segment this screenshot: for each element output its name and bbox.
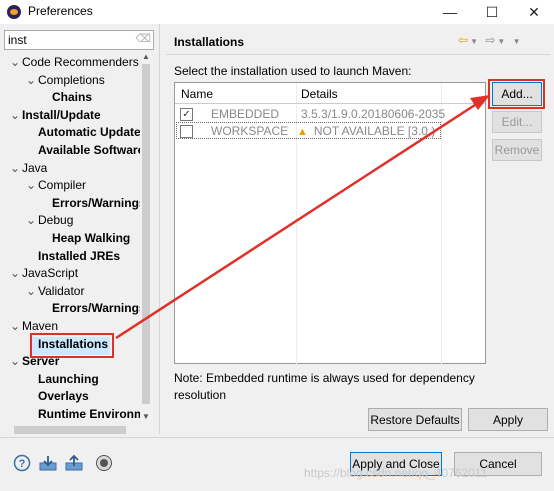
view-menu-icon[interactable]: ▼: [513, 37, 523, 46]
navigation-icons[interactable]: ⇦▼ ⇨▼ ▼: [458, 33, 523, 47]
tree-item[interactable]: ⌄ Install/Update: [10, 106, 101, 124]
tree-item-label: Installed JREs: [38, 248, 121, 263]
tree-item[interactable]: ⌄ Java: [10, 159, 47, 177]
forward-menu-icon[interactable]: ▼: [497, 37, 507, 46]
expand-twisty-icon[interactable]: ⌄: [10, 159, 22, 177]
annotation-box-add: [488, 79, 545, 109]
filter-input[interactable]: [8, 32, 136, 48]
tree-item-label: JavaScript: [22, 266, 79, 281]
row-details: 3.5.3/1.9.0.20180606-2035: [301, 107, 446, 121]
tree-item[interactable]: ⌄ Validator: [26, 282, 84, 300]
close-window-button[interactable]: ✕: [520, 2, 548, 22]
row-details-cell: ▲ NOT AVAILABLE [3.0,): [297, 122, 435, 141]
tree-item-label: Install/Update: [22, 107, 101, 122]
tree-item-label: Automatic Update: [38, 125, 140, 140]
tree-item-label: Maven: [22, 319, 59, 333]
page-title: Installations: [174, 35, 245, 49]
column-header-details[interactable]: Details: [301, 87, 338, 101]
row-checkbox-workspace[interactable]: [180, 125, 193, 138]
watermark-text: https://blog.csdn.net/qq_40762011: [304, 466, 488, 480]
apply-button[interactable]: Apply: [468, 408, 548, 431]
column-header-name[interactable]: Name: [181, 87, 213, 101]
forward-icon[interactable]: ⇨: [485, 33, 497, 47]
tree-item-label: Compiler: [38, 178, 87, 193]
tree-scroll-thumb[interactable]: [142, 64, 150, 404]
expand-twisty-icon[interactable]: ⌄: [26, 71, 38, 89]
table-row[interactable]: ✓ EMBEDDED 3.5.3/1.9.0.20180606-2035: [175, 105, 485, 123]
svg-text:?: ?: [19, 458, 26, 470]
tree-item-label: Errors/Warnings: [52, 301, 140, 316]
minimize-button[interactable]: —: [436, 2, 464, 22]
export-icon[interactable]: [64, 454, 84, 472]
footer-separator: [0, 437, 554, 438]
row-name: WORKSPACE: [211, 124, 289, 138]
tree-item[interactable]: Available Software: [26, 141, 140, 159]
tree-item-label: Java: [22, 160, 48, 175]
instruction-label: Select the installation used to launch M…: [174, 64, 412, 78]
scroll-up-icon[interactable]: ▲: [140, 52, 152, 64]
window-title: Preferences: [28, 4, 93, 18]
tree-item[interactable]: Heap Walking: [40, 229, 130, 247]
eclipse-app-icon: [7, 5, 21, 19]
tree-item-label: Code Recommenders: [22, 55, 139, 69]
tree-item-label: Heap Walking: [52, 231, 131, 245]
tree-item-label: Available Software: [38, 143, 140, 157]
expand-twisty-icon[interactable]: ⌄: [10, 352, 22, 370]
expand-twisty-icon[interactable]: ⌄: [10, 317, 22, 335]
tree-item-label: Chains: [52, 90, 93, 105]
filter-box: ⌫: [4, 30, 154, 50]
tree-item[interactable]: ⌄ Code Recommenders: [10, 53, 139, 71]
expand-twisty-icon[interactable]: ⌄: [26, 211, 38, 229]
tree-item[interactable]: Chains: [40, 88, 92, 106]
row-checkbox-embedded[interactable]: ✓: [180, 108, 193, 121]
import-icon[interactable]: [38, 454, 58, 472]
restore-defaults-button[interactable]: Restore Defaults: [368, 408, 462, 431]
tree-item-label: Validator: [38, 283, 85, 298]
sash-divider[interactable]: [159, 24, 160, 434]
expand-twisty-icon[interactable]: ⌄: [10, 53, 22, 71]
tree-item-label: Debug: [38, 213, 74, 228]
tree-item-label: Errors/Warnings: [52, 195, 140, 210]
tree-hscroll-thumb[interactable]: [14, 426, 126, 434]
expand-twisty-icon[interactable]: ⌄: [26, 176, 38, 194]
tree-item-label: Runtime Environments: [38, 407, 140, 421]
back-icon[interactable]: ⇦: [458, 33, 470, 47]
tree-item[interactable]: Errors/Warnings: [40, 299, 140, 317]
edit-button[interactable]: Edit...: [492, 111, 542, 133]
expand-twisty-icon[interactable]: ⌄: [10, 106, 22, 124]
remove-button[interactable]: Remove: [492, 139, 542, 161]
tree-item-label: Overlays: [38, 389, 89, 404]
tree-item[interactable]: Automatic Update: [26, 123, 140, 141]
tree-item[interactable]: ⌄ Completions: [26, 71, 105, 89]
maximize-button[interactable]: ☐: [478, 2, 506, 22]
installations-table[interactable]: Name Details ✓ EMBEDDED 3.5.3/1.9.0.2018…: [174, 82, 486, 365]
tree-item-label: Completions: [38, 72, 105, 87]
record-icon[interactable]: [94, 454, 114, 472]
expand-twisty-icon[interactable]: ⌄: [10, 264, 22, 282]
header-separator: [166, 54, 550, 55]
warning-icon: ▲: [297, 126, 308, 138]
preferences-tree: ⌄ Code Recommenders ⌄ Completions Chains ⌄ Ins…: [0, 52, 140, 424]
scroll-down-icon[interactable]: ▼: [140, 412, 152, 424]
tree-item[interactable]: ⌄ JavaScript: [10, 264, 78, 282]
row-details: NOT AVAILABLE [3.0,): [313, 124, 436, 138]
expand-twisty-icon[interactable]: ⌄: [26, 282, 38, 300]
tree-item-label: Launching: [38, 371, 99, 386]
tree-item[interactable]: Installed JREs: [26, 247, 120, 265]
tree-item[interactable]: Errors/Warnings: [40, 194, 140, 212]
table-row[interactable]: WORKSPACE ▲ NOT AVAILABLE [3.0,): [175, 122, 485, 140]
tree-item[interactable]: Overlays: [26, 387, 89, 405]
row-name: EMBEDDED: [211, 107, 280, 121]
clear-filter-icon[interactable]: ⌫: [135, 32, 151, 45]
annotation-box-installations: [30, 333, 114, 358]
tree-item[interactable]: Launching: [26, 370, 99, 388]
back-menu-icon[interactable]: ▼: [470, 37, 480, 46]
note-text: Note: Embedded runtime is always used fo…: [174, 371, 475, 402]
tree-item[interactable]: ⌄ Debug: [26, 211, 73, 229]
header-divider: [175, 103, 485, 104]
tree-item[interactable]: Runtime Environments: [26, 405, 140, 423]
help-icon[interactable]: ?: [12, 454, 32, 472]
tree-item[interactable]: ⌄ Compiler: [26, 176, 86, 194]
